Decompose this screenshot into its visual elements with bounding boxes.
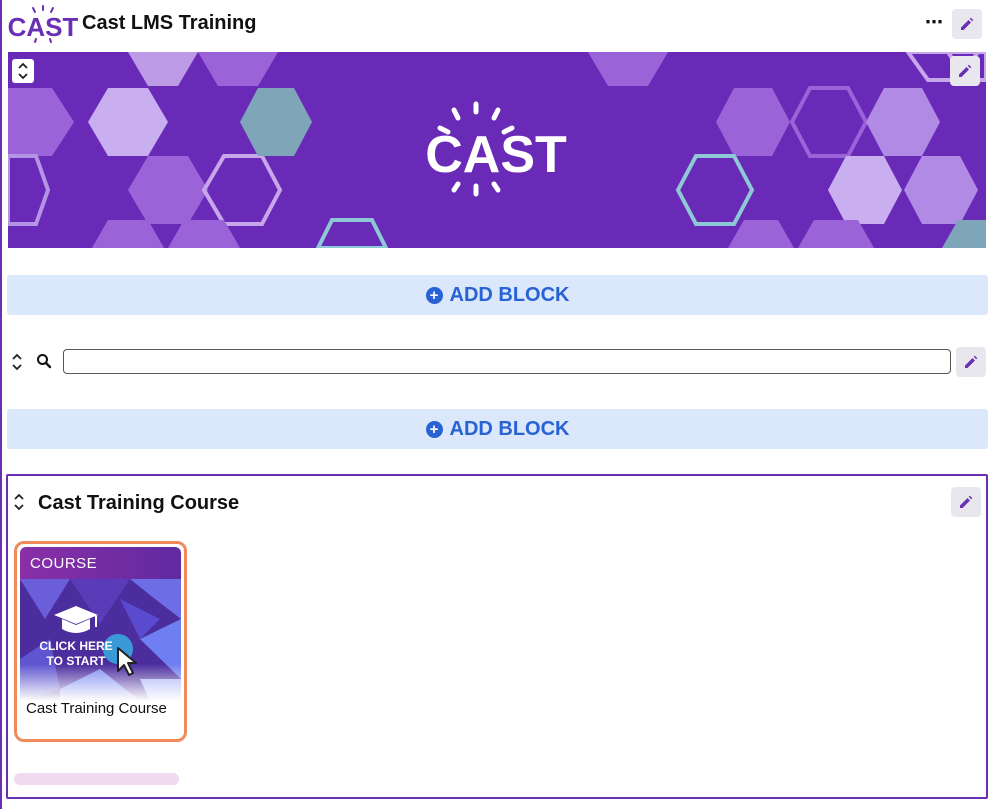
chevron-up-down-icon [18,62,28,80]
add-block-button[interactable]: + ADD BLOCK [7,409,988,449]
course-card[interactable]: COURSE CLICK HERE TO START Cast Training… [20,547,181,735]
course-name: Cast Training Course [26,700,167,717]
add-block-button[interactable]: + ADD BLOCK [7,275,988,315]
banner-image: CAST [8,52,986,248]
edit-page-button[interactable] [952,9,982,39]
course-card-highlight: COURSE CLICK HERE TO START Cast Training… [14,541,187,742]
thumbnail-text-line1: CLICK HERE [39,639,113,653]
search-input[interactable] [63,349,951,374]
banner-reorder-handle[interactable] [12,59,34,83]
thumbnail-text-line2: TO START [46,654,106,668]
pencil-icon [960,495,973,508]
cast-logo: CAST [8,5,78,43]
page-title: Cast LMS Training [82,12,257,34]
edit-search-button[interactable] [956,347,986,377]
search-icon [37,354,52,369]
horizontal-scrollbar[interactable] [14,773,179,785]
edit-banner-button[interactable] [950,56,980,86]
section-title: Cast Training Course [38,492,240,514]
pencil-icon [959,64,972,77]
course-badge: COURSE [20,547,181,579]
add-block-label: ADD BLOCK [449,417,570,440]
course-section: Cast Training Course COURSE CLICK HERE T… [6,474,988,799]
hexagon-pattern: CAST [8,52,986,248]
edit-section-button[interactable] [951,487,981,517]
chevron-up-down-icon[interactable] [10,352,24,372]
svg-text:CAST: CAST [8,12,78,42]
add-block-label: ADD BLOCK [449,283,570,306]
search-block [8,345,988,379]
pencil-icon [961,17,974,30]
plus-circle-icon: + [425,286,443,304]
pencil-icon [965,355,978,368]
svg-text:CAST: CAST [425,126,567,184]
chevron-up-down-icon[interactable] [12,492,26,512]
more-options-button[interactable]: ⋯ [920,12,948,36]
plus-circle-icon: + [425,420,443,438]
page-header: CAST Cast LMS Training ⋯ [2,0,988,50]
course-thumbnail: CLICK HERE TO START [20,579,181,701]
